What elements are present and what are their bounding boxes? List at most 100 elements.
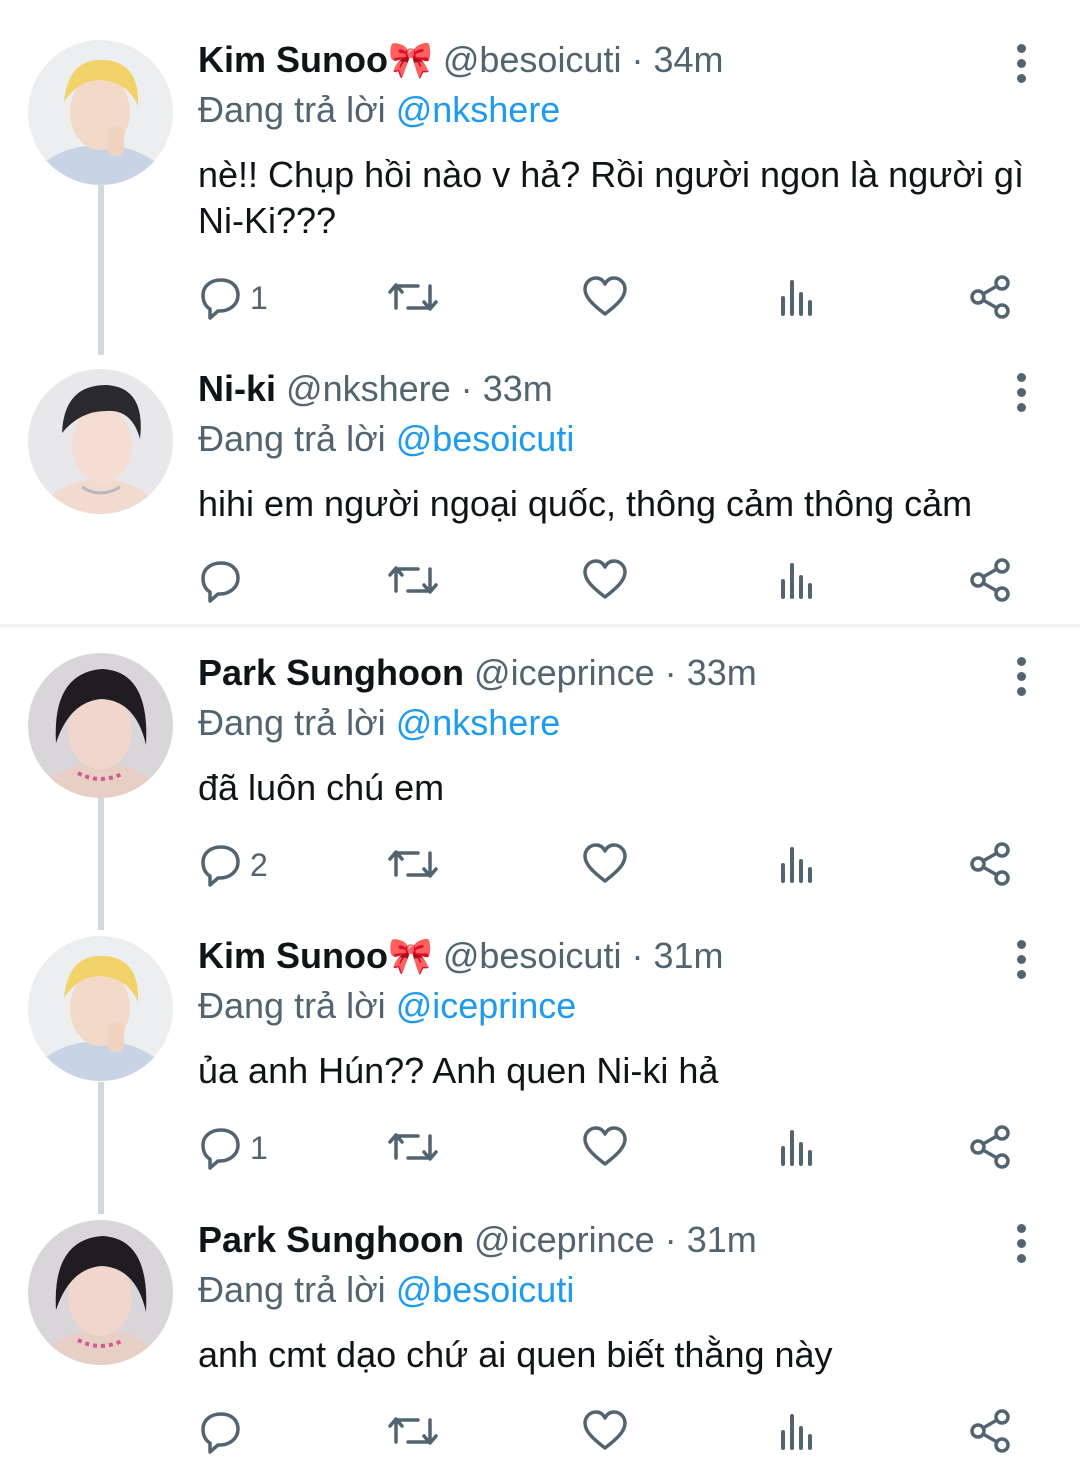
more-options-icon[interactable] [1010,1224,1032,1264]
timestamp[interactable]: 33m [483,368,553,409]
analytics-button[interactable] [778,274,818,324]
mention-link[interactable]: @nkshere [396,89,561,130]
timestamp[interactable]: 31m [654,935,724,976]
analytics-icon [781,563,812,599]
display-name[interactable]: Kim Sunoo [198,39,388,80]
avatar[interactable] [28,369,173,514]
avatar[interactable] [28,40,173,185]
handle[interactable]: @besoicuti [443,39,622,80]
analytics-button[interactable] [778,1408,818,1458]
tweet-header: Park Sunghoon @iceprince · 31m [198,1220,757,1260]
like-button[interactable] [582,1124,628,1174]
separator: · [460,368,473,409]
display-name[interactable]: Park Sunghoon [198,652,464,693]
tweet-text: ủa anh Hún?? Anh quen Ni-ki hả [198,1050,719,1091]
avatar[interactable] [28,1220,173,1365]
mention-link[interactable]: @besoicuti [396,1269,575,1310]
replying-to: Đang trả lời @besoicuti [198,419,574,459]
thread-connector [98,185,104,355]
display-name[interactable]: Park Sunghoon [198,1219,464,1260]
handle[interactable]: @nkshere [286,368,451,409]
timestamp[interactable]: 33m [687,652,757,693]
share-button[interactable] [968,274,1014,324]
analytics-icon [781,847,812,883]
analytics-icon [781,1130,812,1166]
heart-icon [583,843,627,883]
share-button[interactable] [968,1408,1014,1458]
replying-to-label: Đang trả lời [198,89,386,130]
reply-icon [201,561,240,603]
separator: · [664,652,677,693]
like-button[interactable] [582,1408,628,1458]
like-button[interactable] [582,557,628,607]
handle[interactable]: @iceprince [474,652,655,693]
analytics-icon [781,1414,812,1450]
like-button[interactable] [582,274,628,324]
action-bar: 1 [198,274,1058,324]
more-options-icon[interactable] [1010,44,1032,84]
analytics-icon [781,280,812,316]
reply-icon [201,845,240,887]
analytics-button[interactable] [778,1124,818,1174]
action-bar: 1 [198,1124,1058,1174]
replying-to: Đang trả lời @iceprince [198,986,576,1026]
mention-link[interactable]: @besoicuti [396,418,575,459]
like-button[interactable] [582,841,628,891]
thread-connector [98,1082,104,1214]
separator: · [631,935,644,976]
share-icon [970,842,1010,886]
share-icon [970,558,1010,602]
retweet-icon [388,1417,438,1445]
reply-count: 2 [250,847,268,883]
display-name[interactable]: Kim Sunoo [198,935,388,976]
heart-icon [583,276,627,316]
tweet-header: Park Sunghoon @iceprince · 33m [198,653,757,693]
retweet-button[interactable] [388,557,438,607]
action-bar [198,1408,1058,1458]
mention-link[interactable]: @iceprince [396,985,577,1026]
heart-icon [583,1410,627,1450]
tweet-text: anh cmt dạo chứ ai quen biết thằng này [198,1334,833,1375]
more-options-icon[interactable] [1010,657,1032,697]
handle[interactable]: @iceprince [474,1219,655,1260]
avatar[interactable] [28,653,173,798]
conversation-divider [0,624,1080,627]
avatar[interactable] [28,936,173,1081]
reply-button[interactable]: 2 [198,841,288,891]
reply-button[interactable]: 1 [198,1124,288,1174]
reply-icon [201,278,240,320]
bow-emoji: 🎀 [387,39,433,80]
heart-icon [583,1126,627,1166]
replying-to: Đang trả lời @nkshere [198,90,560,130]
retweet-button[interactable] [388,1408,438,1458]
replying-to-label: Đang trả lời [198,418,386,459]
timestamp[interactable]: 34m [654,39,724,80]
retweet-button[interactable] [388,1124,438,1174]
more-options-icon[interactable] [1010,940,1032,980]
tweet-text: đã luôn chú em [198,767,445,808]
share-button[interactable] [968,1124,1014,1174]
retweet-button[interactable] [388,274,438,324]
share-button[interactable] [968,841,1014,891]
avatar-blond-icon [28,936,173,1081]
retweet-icon [388,1133,438,1161]
retweet-button[interactable] [388,841,438,891]
reply-button[interactable] [198,1408,288,1458]
analytics-button[interactable] [778,841,818,891]
separator: · [631,39,644,80]
reply-button[interactable] [198,557,288,607]
reply-count: 1 [250,1130,268,1166]
retweet-icon [388,566,438,594]
display-name[interactable]: Ni-ki [198,368,276,409]
share-button[interactable] [968,557,1014,607]
timestamp[interactable]: 31m [687,1219,757,1260]
tweet-header: Kim Sunoo🎀 @besoicuti · 31m [198,936,724,976]
reply-button[interactable]: 1 [198,274,288,324]
handle[interactable]: @besoicuti [443,935,622,976]
replying-to: Đang trả lời @nkshere [198,703,560,743]
share-icon [970,1125,1010,1169]
analytics-button[interactable] [778,557,818,607]
action-bar [198,557,1058,607]
mention-link[interactable]: @nkshere [396,702,561,743]
more-options-icon[interactable] [1010,373,1032,413]
